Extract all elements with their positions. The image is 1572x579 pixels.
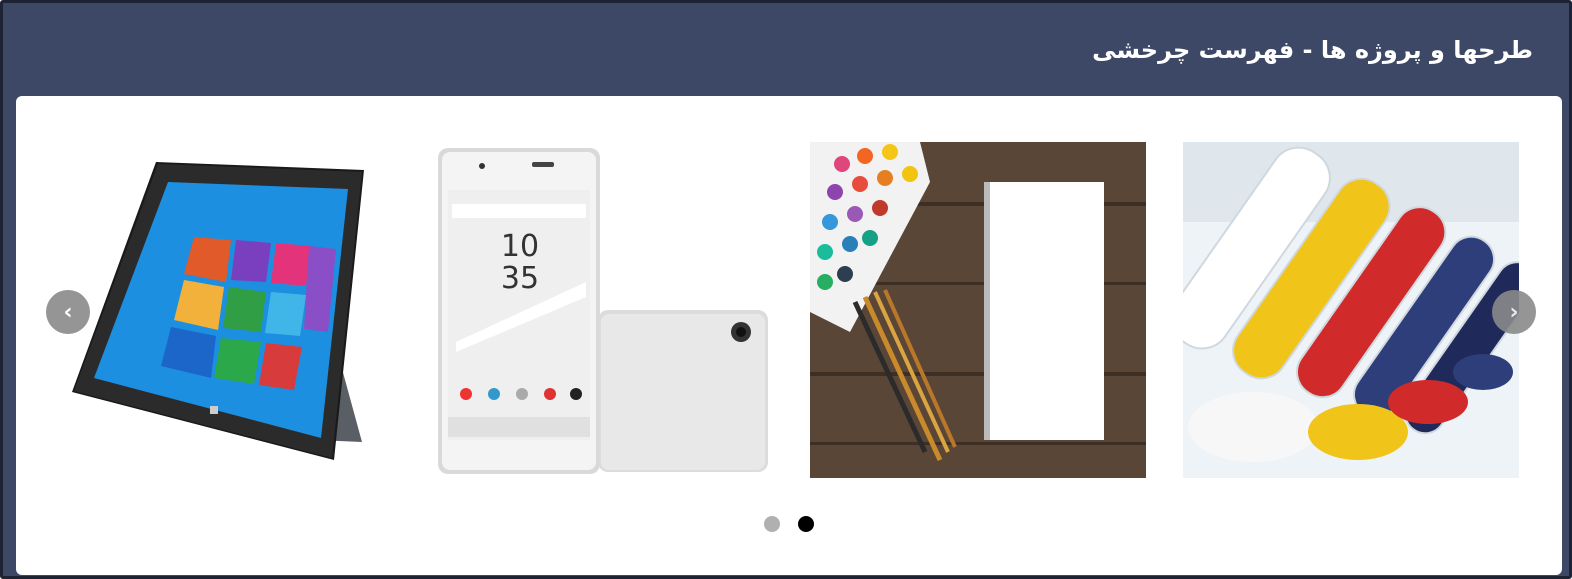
slide-smartphone[interactable]: 10 35	[436, 142, 772, 478]
carousel-pagination	[16, 516, 1562, 536]
carousel-next-button[interactable]: ›	[1492, 290, 1536, 334]
pagination-dot-1[interactable]	[764, 516, 780, 532]
chevron-left-icon: ‹	[63, 299, 73, 325]
widget-header: طرحها و پروژه ها - فهرست چرخشی	[3, 3, 1569, 96]
carousel-panel: 10 35 ‹ ›	[16, 96, 1562, 575]
smartphone-image: 10 35	[436, 142, 772, 478]
paint-notebook-image	[810, 142, 1146, 478]
carousel-widget: طرحها و پروژه ها - فهرست چرخشی 10 35 ‹ ›	[0, 0, 1572, 579]
slide-tablet[interactable]	[66, 142, 402, 478]
phone-clock-hour: 10	[501, 229, 539, 264]
carousel-prev-button[interactable]: ‹	[46, 290, 90, 334]
plastic-granules-image	[1183, 142, 1519, 478]
slide-plastic-granules[interactable]	[1183, 142, 1519, 478]
chevron-right-icon: ›	[1509, 299, 1519, 325]
widget-title: طرحها و پروژه ها - فهرست چرخشی	[1092, 35, 1533, 64]
slide-paint-notebook[interactable]	[810, 142, 1146, 478]
pagination-dot-2[interactable]	[798, 516, 814, 532]
phone-clock-minute: 35	[501, 261, 539, 296]
tablet-image	[66, 142, 402, 478]
